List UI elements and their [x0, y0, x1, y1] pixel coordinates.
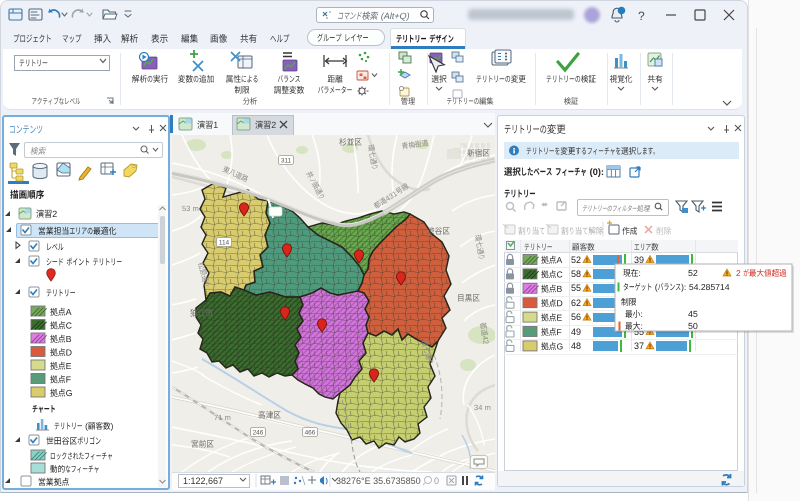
svg-text:466: 466 — [305, 429, 316, 436]
svg-text:246: 246 — [253, 429, 264, 436]
svg-text:114: 114 — [219, 239, 230, 246]
svg-text:311: 311 — [281, 157, 292, 164]
